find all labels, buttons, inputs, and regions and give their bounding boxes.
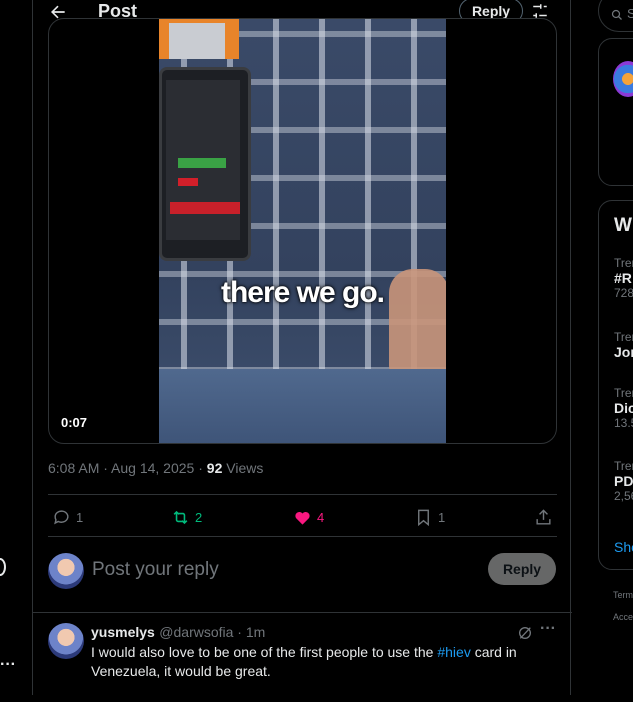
footer-terms-link[interactable]: Term: [613, 590, 633, 600]
trend-meta: Tren: [614, 386, 633, 400]
trends-card: W Tren #R 728 Tren Jor Tren Dic 13.5 Tre…: [598, 200, 633, 570]
left-sidebar-partial-icon[interactable]: [0, 558, 6, 576]
trend-meta: Tren: [614, 459, 633, 473]
post-detail-column: Post Reply there we go. 0:07 6:08 AM · A…: [32, 0, 572, 695]
search-icon: [611, 9, 622, 20]
repost-action[interactable]: 2: [171, 505, 202, 529]
trend-item[interactable]: Tren Dic 13.5: [614, 386, 633, 430]
reply-author: yusmelys @darwsofia · 1m: [91, 624, 265, 642]
repost-icon: [173, 510, 188, 524]
heart-icon: [295, 511, 310, 525]
video-bg-logo: [169, 23, 225, 59]
post-actions: 1 2 4 1: [48, 505, 557, 529]
share-action[interactable]: [534, 505, 553, 529]
post-video[interactable]: there we go. 0:07: [48, 18, 557, 444]
sidebar-card: [598, 38, 633, 186]
video-duration: 0:07: [61, 415, 88, 430]
divider: [48, 494, 557, 495]
post-meta: 6:08 AM · Aug 14, 2025 · 92 Views: [48, 460, 263, 476]
search-box[interactable]: S: [598, 0, 633, 32]
like-count: 4: [317, 509, 325, 525]
video-frame[interactable]: there we go.: [159, 19, 446, 443]
trend-count: 13.5: [614, 416, 633, 430]
search-placeholder: S: [627, 6, 633, 21]
trends-title: W: [614, 215, 632, 236]
trend-meta: Tren: [614, 330, 633, 344]
trend-meta: Tren: [614, 256, 633, 270]
reply-icon: [54, 509, 69, 524]
bookmark-icon: [418, 509, 429, 526]
like-action[interactable]: 4: [293, 505, 324, 529]
trend-item[interactable]: Tren #R 728: [614, 256, 633, 300]
avatar[interactable]: [48, 553, 84, 589]
author-handle[interactable]: @darwsofia · 1m: [159, 624, 265, 640]
bookmark-action[interactable]: 1: [414, 505, 445, 529]
trend-name: Jor: [614, 344, 633, 360]
share-icon: [536, 508, 551, 525]
author-name[interactable]: yusmelys: [91, 624, 155, 640]
grok-icon[interactable]: [517, 625, 533, 641]
avatar[interactable]: [48, 623, 84, 659]
show-more-link[interactable]: Sho: [614, 539, 633, 555]
phone-green-bar: [178, 158, 226, 168]
repost-count: 2: [195, 509, 203, 525]
reply-post[interactable]: yusmelys @darwsofia · 1m ··· I would als…: [33, 612, 572, 702]
phone-screen: [166, 80, 240, 240]
video-caption: there we go.: [220, 276, 385, 309]
left-sidebar-more-icon[interactable]: ···: [0, 656, 16, 674]
reply-composer: Post your reply Reply: [33, 546, 572, 613]
more-options-icon[interactable]: ···: [540, 620, 556, 638]
hashtag-link[interactable]: #hiev: [437, 644, 470, 660]
avatar[interactable]: [613, 61, 633, 97]
reply-input[interactable]: Post your reply: [92, 559, 219, 581]
trend-item[interactable]: Tren PD 2,56: [614, 459, 633, 503]
jeans-in-video: [159, 369, 446, 443]
trend-name: #R: [614, 270, 632, 286]
reply-count: 1: [76, 509, 84, 525]
trend-name: PD: [614, 473, 633, 489]
trend-item[interactable]: Tren Jor: [614, 330, 633, 360]
trend-count: 728: [614, 286, 633, 300]
post-timestamp[interactable]: 6:08 AM · Aug 14, 2025 ·: [48, 460, 207, 476]
phone-red-bar: [170, 202, 240, 214]
views-label: Views: [222, 460, 264, 476]
phone-red-button: [178, 178, 198, 186]
reply-text-part: I would also love to be one of the first…: [91, 644, 438, 660]
footer-accessibility-link[interactable]: Acce: [613, 612, 633, 622]
reply-button[interactable]: Reply: [488, 553, 556, 585]
bookmark-count: 1: [438, 509, 446, 525]
trend-name: Dic: [614, 400, 633, 416]
divider: [48, 536, 557, 537]
views-count: 92: [206, 460, 223, 476]
phone-in-video: [159, 67, 251, 261]
trend-count: 2,56: [614, 489, 633, 503]
reply-action[interactable]: 1: [52, 505, 83, 529]
reply-text: I would also love to be one of the first…: [91, 643, 531, 681]
